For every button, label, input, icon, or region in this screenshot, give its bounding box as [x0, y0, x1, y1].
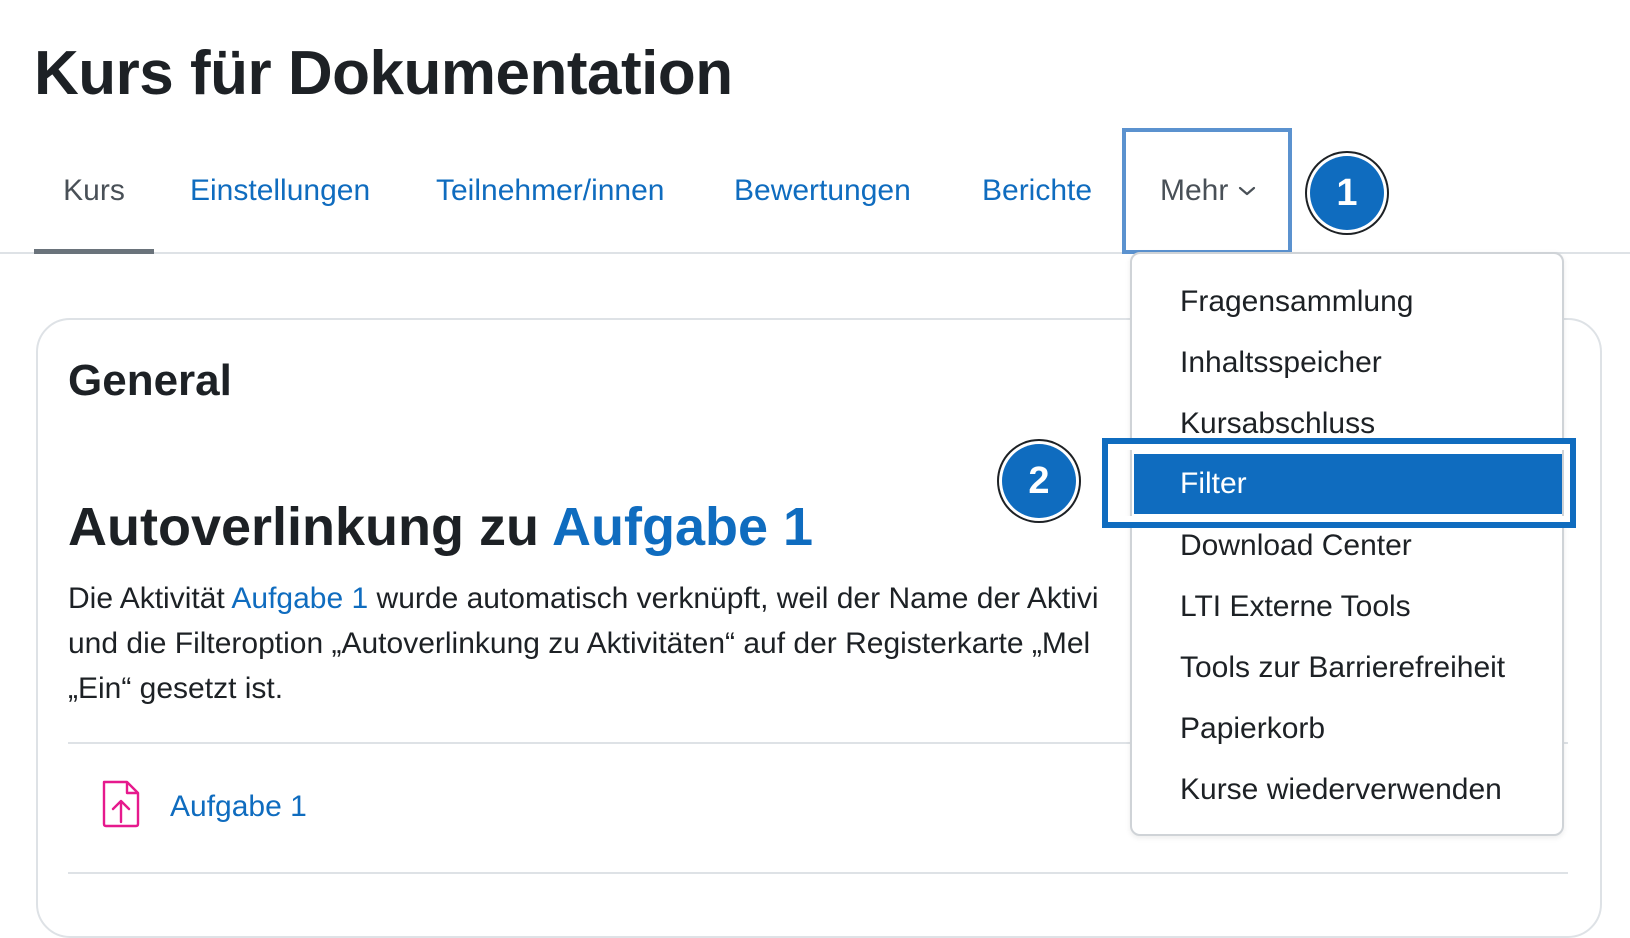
para-line1-suffix: wurde automatisch verknüpft, weil der Na…: [368, 582, 1099, 615]
heading-text: Autoverlinkung zu: [68, 497, 552, 557]
page-title: Kurs für Dokumentation: [34, 39, 733, 108]
activity-item[interactable]: Aufgabe 1: [100, 778, 307, 835]
more-menu-button[interactable]: Mehr: [1160, 130, 1256, 252]
menu-item-filter[interactable]: Filter: [1134, 454, 1562, 514]
tab-bewertungen[interactable]: Bewertungen: [734, 130, 911, 252]
tab-teilnehmer[interactable]: Teilnehmer/innen: [436, 130, 664, 252]
description-paragraph: Die Aktivität Aufgabe 1 wurde automatisc…: [68, 576, 1118, 711]
menu-item-inhaltsspeicher[interactable]: Inhaltsspeicher: [1132, 335, 1562, 391]
activity-link[interactable]: Aufgabe 1: [170, 790, 307, 824]
more-label: Mehr: [1160, 174, 1229, 207]
callout-badge-1: 1: [1310, 156, 1384, 230]
menu-item-download-center[interactable]: Download Center: [1132, 518, 1562, 574]
heading-activity-link[interactable]: Aufgabe 1: [552, 497, 813, 557]
para-line3: „Ein“ gesetzt ist.: [68, 672, 284, 705]
tab-kurs[interactable]: Kurs: [34, 130, 154, 254]
callout-badge-2: 2: [1002, 444, 1076, 518]
menu-item-fragensammlung[interactable]: Fragensammlung: [1132, 274, 1562, 330]
secondary-navigation: Kurs Einstellungen Teilnehmer/innen Bewe…: [0, 130, 1630, 254]
more-dropdown-menu: Fragensammlung Inhaltsspeicher Kursabsch…: [1130, 252, 1564, 836]
tab-einstellungen[interactable]: Einstellungen: [190, 130, 370, 252]
menu-item-barrierefreiheit[interactable]: Tools zur Barrierefreiheit: [1132, 640, 1562, 696]
chevron-down-icon: [1238, 185, 1256, 197]
tab-berichte[interactable]: Berichte: [982, 130, 1092, 252]
menu-item-kursabschluss[interactable]: Kursabschluss: [1132, 396, 1562, 452]
para-line2: und die Filteroption „Autoverlinkung zu …: [68, 627, 1091, 660]
menu-item-kurse-wiederverwenden[interactable]: Kurse wiederverwenden: [1132, 762, 1562, 818]
section-title: General: [68, 356, 232, 405]
inline-activity-link[interactable]: Aufgabe 1: [231, 582, 368, 615]
content-heading: Autoverlinkung zu Aufgabe 1: [68, 496, 813, 558]
menu-item-lti-externe-tools[interactable]: LTI Externe Tools: [1132, 579, 1562, 635]
para-line1-prefix: Die Aktivität: [68, 582, 232, 615]
menu-item-papierkorb[interactable]: Papierkorb: [1132, 701, 1562, 757]
activity-divider-bottom: [68, 872, 1568, 874]
assignment-upload-icon: [100, 778, 142, 835]
